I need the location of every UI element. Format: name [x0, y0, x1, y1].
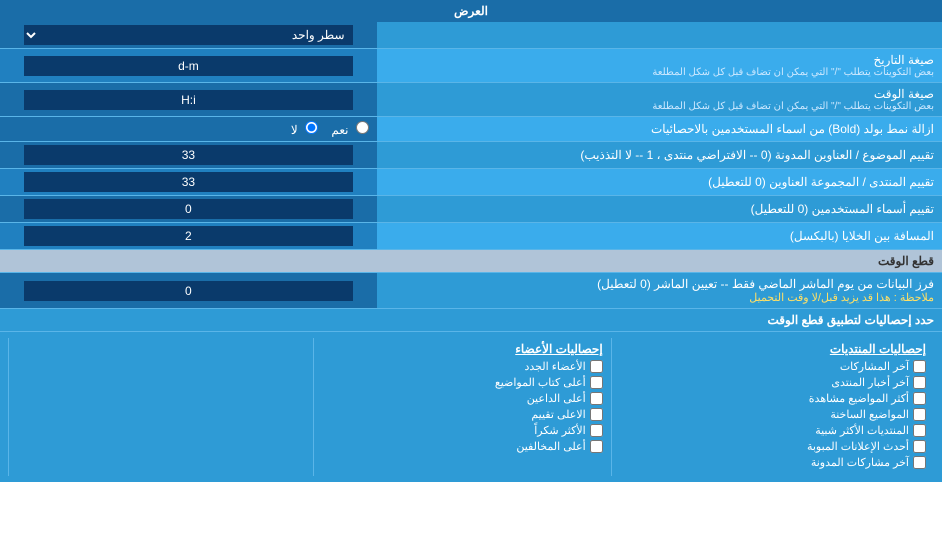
time-cut-section-title: قطع الوقت [0, 250, 942, 273]
time-format-input[interactable] [24, 90, 352, 110]
stats-col-empty [9, 338, 314, 476]
topic-forum-order-label: تقييم الموضوع / العناوين المدونة (0 -- ا… [377, 142, 942, 169]
topic-forum-order-cell [0, 142, 377, 169]
stat-forum-item-1: آخر أخبار المنتدى [620, 376, 926, 389]
cell-spacing-input[interactable] [24, 226, 352, 246]
date-format-input[interactable] [24, 56, 352, 76]
stats-col-forums: إحصاليات المنتديات آخر المشاركات آخر أخب… [611, 338, 934, 476]
time-cut-label: فرز البيانات من يوم الماشر الماضي فقط --… [377, 273, 942, 309]
topic-forum-order-input[interactable] [24, 145, 352, 165]
stat-forum-check-2[interactable] [913, 392, 926, 405]
stat-member-item-4: الأكثر شكراً [322, 424, 602, 437]
stats-section-header-label: حدد إحصاليات لتطبيق قطع الوقت [0, 309, 942, 332]
stat-member-label-1: أعلى كتاب المواضيع [495, 376, 586, 389]
stats-checkboxes-area: إحصاليات المنتديات آخر المشاركات آخر أخب… [0, 332, 942, 483]
stat-forum-label-6: آخر مشاركات المدونة [811, 456, 909, 469]
date-format-label: صيغة التاريخ بعض التكوينات يتطلب "/" الت… [377, 49, 942, 83]
cell-spacing-cell [0, 223, 377, 250]
stat-forum-check-5[interactable] [913, 440, 926, 453]
time-cut-input[interactable] [24, 281, 352, 301]
stat-forum-item-0: آخر المشاركات [620, 360, 926, 373]
stat-forum-check-4[interactable] [913, 424, 926, 437]
stat-forum-item-4: المنتديات الأكثر شبية [620, 424, 926, 437]
stat-forum-label-1: آخر أخبار المنتدى [831, 376, 909, 389]
stats-col-forums-title: إحصاليات المنتديات [620, 342, 926, 356]
stat-member-check-0[interactable] [590, 360, 603, 373]
stat-forum-label-2: أكثر المواضيع مشاهدة [809, 392, 909, 405]
stat-forum-item-5: أحدث الإعلانات المبوبة [620, 440, 926, 453]
stat-forum-check-6[interactable] [913, 456, 926, 469]
stat-member-label-0: الأعضاء الجدد [524, 360, 585, 373]
stat-forum-item-6: آخر مشاركات المدونة [620, 456, 926, 469]
stat-forum-item-2: أكثر المواضيع مشاهدة [620, 392, 926, 405]
date-format-cell [0, 49, 377, 83]
stat-forum-label-0: آخر المشاركات [840, 360, 909, 373]
display-mode-cell: سطر واحد [0, 22, 377, 49]
stat-member-label-5: أعلى المخالفين [516, 440, 585, 453]
time-format-cell [0, 83, 377, 117]
stat-forum-label-5: أحدث الإعلانات المبوبة [807, 440, 909, 453]
stat-forum-check-3[interactable] [913, 408, 926, 421]
stats-col-members: إحصاليات الأعضاء الأعضاء الجدد أعلى كتاب… [314, 338, 611, 476]
time-cut-cell [0, 273, 377, 309]
forum-group-order-cell [0, 169, 377, 196]
time-format-label: صيغة الوقت بعض التكوينات يتطلب "/" التي … [377, 83, 942, 117]
username-order-label: تقييم أسماء المستخدمين (0 للتعطيل) [377, 196, 942, 223]
stat-member-item-0: الأعضاء الجدد [322, 360, 602, 373]
bold-yes-label: نعم [331, 123, 348, 137]
display-mode-label [377, 22, 942, 49]
stat-forum-check-0[interactable] [913, 360, 926, 373]
forum-group-order-label: تقييم المنتدى / المجموعة العناوين (0 للت… [377, 169, 942, 196]
stat-member-check-4[interactable] [590, 424, 603, 437]
stat-member-label-4: الأكثر شكراً [534, 424, 585, 437]
stat-member-label-3: الاعلى تقييم [531, 408, 585, 421]
stat-member-item-3: الاعلى تقييم [322, 408, 602, 421]
stat-member-check-2[interactable] [590, 392, 603, 405]
username-order-input[interactable] [24, 199, 352, 219]
stat-forum-label-4: المنتديات الأكثر شبية [815, 424, 909, 437]
username-order-cell [0, 196, 377, 223]
stat-member-check-3[interactable] [590, 408, 603, 421]
stat-forum-item-3: المواضيع الساخنة [620, 408, 926, 421]
bold-option-cell: نعم لا [0, 117, 377, 142]
stat-member-item-5: أعلى المخالفين [322, 440, 602, 453]
bold-no-label: لا [291, 123, 298, 137]
section-header: العرض [0, 0, 942, 22]
stat-member-check-5[interactable] [590, 440, 603, 453]
stats-col-members-title: إحصاليات الأعضاء [322, 342, 602, 356]
forum-group-order-input[interactable] [24, 172, 352, 192]
stat-member-check-1[interactable] [590, 376, 603, 389]
bold-option-label: ازالة نمط بولد (Bold) من اسماء المستخدمي… [377, 117, 942, 142]
display-mode-select[interactable]: سطر واحد [24, 25, 352, 45]
cell-spacing-label: المسافة بين الخلايا (بالبكسل) [377, 223, 942, 250]
bold-no-radio[interactable] [305, 121, 318, 134]
stat-member-item-2: أعلى الداعين [322, 392, 602, 405]
stat-forum-label-3: المواضيع الساخنة [830, 408, 909, 421]
stat-member-item-1: أعلى كتاب المواضيع [322, 376, 602, 389]
stat-forum-check-1[interactable] [913, 376, 926, 389]
stat-member-label-2: أعلى الداعين [527, 392, 586, 405]
bold-yes-radio[interactable] [356, 121, 369, 134]
